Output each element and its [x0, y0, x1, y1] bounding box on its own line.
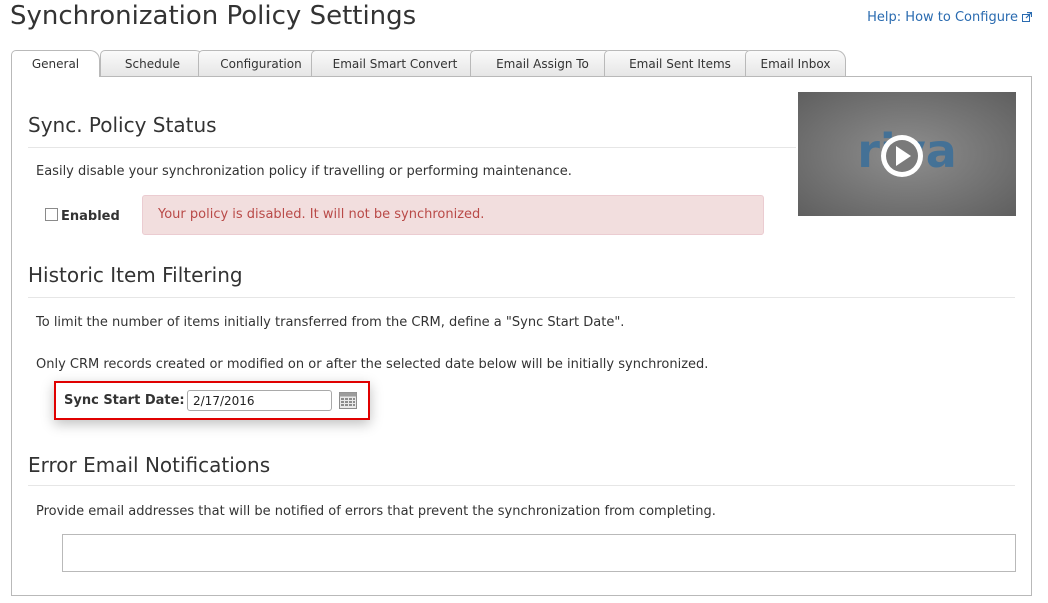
disabled-alert: Your policy is disabled. It will not be …: [142, 195, 764, 235]
tab-schedule[interactable]: Schedule: [100, 50, 205, 76]
sync-start-date-highlight: Sync Start Date:: [54, 381, 370, 420]
error-email-input[interactable]: [62, 534, 1016, 572]
enabled-control[interactable]: Enabled: [45, 208, 120, 224]
tab-email-sent-items[interactable]: Email Sent Items: [604, 50, 756, 76]
historic-filtering-heading: Historic Item Filtering: [28, 263, 243, 287]
enabled-label: Enabled: [61, 209, 120, 224]
tab-label: Email Sent Items: [629, 57, 731, 71]
error-notifications-heading: Error Email Notifications: [28, 453, 271, 477]
sync-start-date-input[interactable]: [187, 390, 332, 411]
section-divider: [28, 485, 1015, 486]
enabled-checkbox[interactable]: [45, 208, 58, 221]
tab-email-smart-convert[interactable]: Email Smart Convert: [311, 50, 479, 76]
tab-bar: General Schedule Configuration Email Sma…: [11, 50, 1041, 77]
video-thumbnail[interactable]: riva: [798, 92, 1016, 216]
tab-label: Email Smart Convert: [332, 57, 458, 71]
tab-label: Email Inbox: [760, 57, 831, 71]
tab-configuration[interactable]: Configuration: [198, 50, 324, 76]
sync-status-description: Easily disable your synchronization poli…: [36, 164, 572, 179]
tab-email-inbox[interactable]: Email Inbox: [745, 50, 846, 76]
sync-status-heading: Sync. Policy Status: [28, 113, 217, 137]
historic-description-2: Only CRM records created or modified on …: [36, 357, 709, 372]
historic-description-1: To limit the number of items initially t…: [36, 315, 625, 330]
play-icon: [881, 135, 923, 177]
tab-general[interactable]: General: [11, 50, 100, 77]
tab-label: Schedule: [124, 57, 181, 71]
calendar-icon[interactable]: [339, 392, 357, 409]
tab-email-assign-to[interactable]: Email Assign To: [470, 50, 615, 76]
general-panel: Sync. Policy Status Easily disable your …: [11, 76, 1032, 596]
help-link[interactable]: Help: How to Configure: [867, 10, 1032, 25]
tab-label: Email Assign To: [496, 57, 589, 71]
help-link-label: Help: How to Configure: [867, 10, 1018, 25]
riva-logo: riva: [857, 124, 956, 178]
error-notifications-description: Provide email addresses that will be not…: [36, 504, 716, 519]
external-link-icon: [1022, 12, 1032, 22]
section-divider: [28, 297, 1015, 298]
sync-start-date-label: Sync Start Date:: [64, 393, 185, 408]
tab-label: Configuration: [220, 57, 302, 71]
page-title: Synchronization Policy Settings: [10, 1, 417, 31]
tab-label: General: [31, 57, 80, 71]
section-divider: [28, 147, 796, 148]
